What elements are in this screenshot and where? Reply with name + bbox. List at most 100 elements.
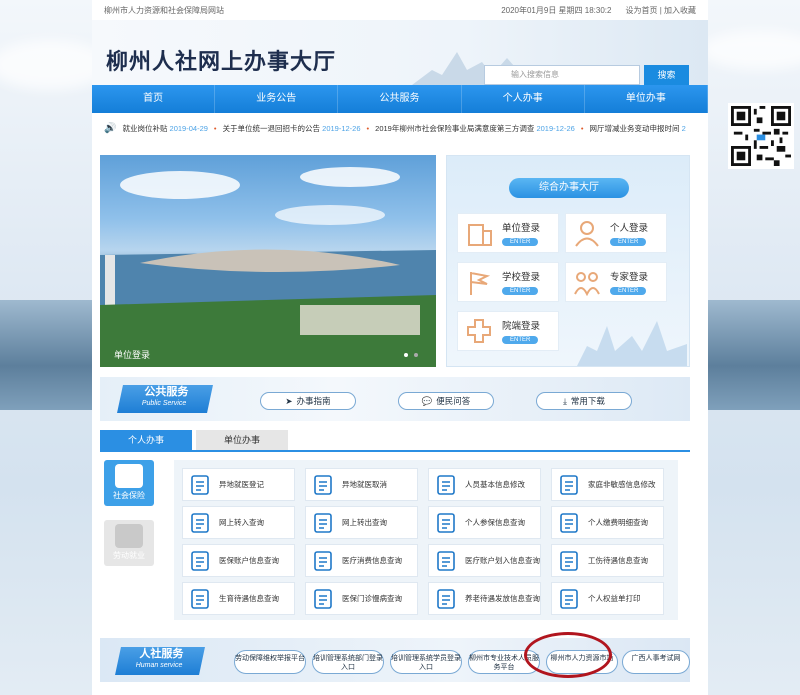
service-label: 工伤待遇信息查询: [588, 556, 648, 565]
add-favorite-link[interactable]: 加入收藏: [664, 6, 696, 15]
expense-icon: [314, 550, 332, 571]
ticker-item[interactable]: 2019年柳州市社会保险事业局满意度第三方调查 2019-12-26: [375, 123, 575, 134]
service-item[interactable]: 医保账户信息查询: [182, 544, 295, 577]
service-item[interactable]: 医疗账户划入信息查询: [428, 544, 541, 577]
nav-personal[interactable]: 个人办事: [462, 85, 585, 113]
service-label: 异地就医取消: [342, 480, 387, 489]
service-item[interactable]: 家庭非敏感信息修改: [551, 468, 664, 501]
building-icon: [468, 224, 492, 246]
print-icon: [560, 588, 578, 609]
search-button[interactable]: 搜索: [644, 65, 689, 85]
org-login-tile[interactable]: 单位登录 ENTER: [457, 213, 559, 253]
school-login-tile[interactable]: 学校登录 ENTER: [457, 262, 559, 302]
flag-icon: [470, 272, 491, 295]
service-grid: 异地就医登记 异地就医取消 人员基本信息修改 家庭非敏感信息修改网上转入查询 网上转出查…: [174, 460, 678, 620]
category-employment[interactable]: 劳动就业: [104, 520, 154, 566]
search-input[interactable]: 输入搜索信息: [484, 65, 640, 85]
hospital-login-tile[interactable]: 院端登录 ENTER: [457, 311, 559, 351]
category-social-insurance[interactable]: 社会保险: [104, 460, 154, 506]
city-panorama-image: [100, 167, 436, 367]
hero-image-carousel[interactable]: 单位登录: [100, 155, 436, 367]
nav-public-service[interactable]: 公共服务: [338, 85, 462, 113]
service-hall-title: 综合办事大厅: [509, 178, 629, 198]
arrow-out-icon: [314, 512, 332, 533]
arrow-in-icon: [191, 512, 209, 533]
service-hall-panel: 综合办事大厅 单位登录 ENTER 个人登录 ENTER 学校登录 ENTER 专家登…: [446, 155, 690, 367]
service-label: 医保账户信息查询: [219, 556, 279, 565]
service-item[interactable]: 个人权益单打印: [551, 582, 664, 615]
nav-organization[interactable]: 单位办事: [585, 85, 709, 113]
nav-announcements[interactable]: 业务公告: [215, 85, 339, 113]
city-backdrop-left: [0, 300, 92, 410]
hero-caption: 单位登录: [114, 350, 151, 360]
page-title: 柳州人社网上办事大厅: [106, 49, 337, 74]
main-container: 柳州市人力资源和社会保障局网站 2020年01月9日 星期四 18:30:2 设…: [92, 0, 709, 695]
map-pin-icon: [191, 474, 209, 495]
nav-home[interactable]: 首页: [92, 85, 216, 113]
header-banner: 柳州人社网上办事大厅 输入搜索信息 搜索: [92, 20, 708, 85]
exam-site-link[interactable]: 广西人事考试网: [622, 650, 690, 674]
datetime: 2020年01月9日 星期四 18:30:2: [501, 5, 612, 15]
guide-button[interactable]: ➤ 办事指南: [260, 392, 356, 410]
service-label: 生育待遇信息查询: [219, 594, 279, 603]
service-label: 医保门诊慢病查询: [342, 594, 402, 603]
labor-rights-link[interactable]: 劳动保障维权举报平台: [234, 650, 306, 674]
service-label: 网上转入查询: [219, 518, 264, 527]
service-item[interactable]: 个人参保信息查询: [428, 506, 541, 539]
service-label: 人员基本信息修改: [465, 480, 525, 489]
qr-code: [728, 103, 794, 169]
tab-personal[interactable]: 个人办事: [100, 430, 192, 450]
service-item[interactable]: 医保门诊慢病查询: [305, 582, 418, 615]
pension-icon: [437, 588, 455, 609]
document-icon: [560, 474, 578, 495]
service-item[interactable]: 个人缴费明细查询: [551, 506, 664, 539]
service-label: 医疗账户划入信息查询: [465, 556, 540, 565]
news-ticker: 🔊 就业岗位补贴 2019-04-29 • 关于单位统一退回招卡的公告 2019…: [104, 122, 686, 134]
chat-icon: 💬: [421, 395, 433, 406]
expert-login-tile[interactable]: 专家登录 ENTER: [565, 262, 667, 302]
service-item[interactable]: 异地就医登记: [182, 468, 295, 501]
service-label: 网上转出查询: [342, 518, 387, 527]
medical-plus-icon: [191, 550, 209, 571]
public-service-bar: 公共服务 Public Service ➤ 办事指南 💬 便民问答 ⤓ 常用下载: [100, 377, 690, 421]
worker-icon: [115, 524, 143, 548]
service-item[interactable]: 人员基本信息修改: [428, 468, 541, 501]
main-nav: 首页 业务公告 公共服务 个人办事 单位办事: [92, 85, 709, 113]
insurance-card-icon: [437, 512, 455, 533]
set-home-link[interactable]: 设为首页: [625, 6, 657, 15]
hr-service-label: 人社服务 Human service: [115, 647, 205, 675]
search-doc-icon: [191, 588, 209, 609]
service-item[interactable]: 网上转入查询: [182, 506, 295, 539]
service-item[interactable]: 养老待遇发放信息查询: [428, 582, 541, 615]
tab-organization[interactable]: 单位办事: [196, 430, 288, 450]
download-icon: ⤓: [563, 395, 567, 406]
city-backdrop-right: [708, 300, 800, 410]
service-item[interactable]: 异地就医取消: [305, 468, 418, 501]
service-item[interactable]: 医疗消费信息查询: [305, 544, 418, 577]
training-dept-link[interactable]: 培训管理系统部门登录入口: [312, 650, 384, 674]
service-item[interactable]: 生育待遇信息查询: [182, 582, 295, 615]
service-label: 个人缴费明细查询: [588, 518, 648, 527]
ticker-item[interactable]: 关于单位统一退回招卡的公告 2019-12-26: [223, 123, 361, 134]
highlight-circle: [524, 632, 612, 678]
person-edit-icon: [437, 474, 455, 495]
downloads-button[interactable]: ⤓ 常用下载: [536, 392, 632, 410]
ticker-item[interactable]: 网厅增减业务变动申报时间 2: [589, 123, 685, 134]
skyline-decoration: [577, 321, 687, 366]
service-tabs: 个人办事 单位办事: [100, 430, 288, 450]
heart-icon: [314, 588, 332, 609]
service-item[interactable]: 网上转出查询: [305, 506, 418, 539]
hospital-cross-icon: [467, 319, 491, 343]
training-student-link[interactable]: 培训管理系统学员登录入口: [390, 650, 462, 674]
service-label: 异地就医登记: [219, 480, 264, 489]
service-label: 医疗消费信息查询: [342, 556, 402, 565]
service-label: 养老待遇发放信息查询: [465, 594, 540, 603]
service-item[interactable]: 工伤待遇信息查询: [551, 544, 664, 577]
id-card-icon: [314, 474, 332, 495]
site-name: 柳州市人力资源和社会保障局网站: [104, 5, 224, 15]
ticker-item[interactable]: 就业岗位补贴 2019-04-29: [122, 123, 207, 134]
faq-button[interactable]: 💬 便民问答: [398, 392, 494, 410]
personal-login-tile[interactable]: 个人登录 ENTER: [565, 213, 667, 253]
paper-plane-icon: ➤: [285, 395, 293, 406]
service-label: 家庭非敏感信息修改: [588, 480, 656, 489]
